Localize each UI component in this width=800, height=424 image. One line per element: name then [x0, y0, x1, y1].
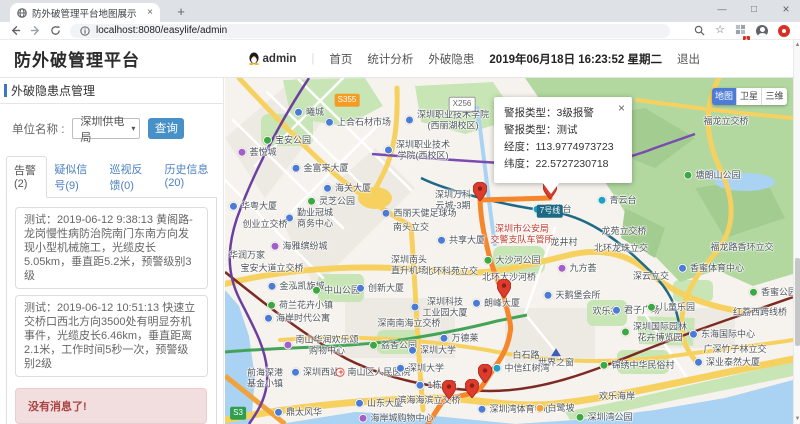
- maximize-button[interactable]: □: [748, 4, 760, 15]
- scroll-up-icon[interactable]: ▲: [794, 40, 800, 50]
- header-right: admin | 首页 统计分析 外破隐患 2019年06月18日 16:23:5…: [248, 51, 786, 67]
- sidebar: 外破隐患点管理 单位名称 : 深圳供电局 ▾ 查询 告警(2) 疑似信号(9) …: [0, 78, 224, 424]
- user-chip[interactable]: admin: [248, 52, 297, 65]
- popup-close-icon[interactable]: ×: [618, 101, 625, 115]
- url-text: localhost:8080/easylife/admin: [96, 25, 227, 36]
- alert-message[interactable]: 测试：2019-06-12 9:38:13 黄阁路-龙岗慢性病防治院南门东南方向…: [15, 207, 208, 289]
- unit-filter-form: 单位名称 : 深圳供电局 ▾ 查询: [0, 104, 223, 151]
- map-canvas[interactable]: 曦城上合石材市场宝安公园荟悦城金富来大厦海关大厦灵芝公园勤业冠城 商务中心华粤大…: [225, 78, 793, 424]
- nav-statistics[interactable]: 统计分析: [367, 51, 413, 67]
- map-marker[interactable]: [442, 380, 456, 399]
- map-marker[interactable]: [465, 379, 479, 398]
- logout-link[interactable]: 退出: [677, 51, 700, 67]
- map-marker[interactable]: [473, 182, 487, 201]
- browser-update-icon[interactable]: [778, 25, 790, 37]
- browser-tab[interactable]: 防外破管理平台地图展示 ×: [10, 3, 160, 22]
- map-type-standard[interactable]: 地图: [712, 88, 737, 105]
- no-more-messages: 没有消息了!: [15, 388, 207, 424]
- search-button[interactable]: 查询: [148, 118, 184, 139]
- popup-longitude: 经度：113.9774973723: [504, 139, 622, 156]
- info-icon[interactable]: [80, 26, 90, 36]
- scroll-down-icon[interactable]: ▼: [794, 414, 800, 424]
- section-title: 外破隐患点管理: [11, 78, 95, 104]
- sidebar-section-header: 外破隐患点管理: [0, 78, 223, 104]
- popup-alert-type: 警报类型：3级报警: [504, 105, 622, 122]
- reload-icon[interactable]: [50, 25, 61, 36]
- chevron-down-icon: ▾: [131, 124, 135, 133]
- tab-close-icon[interactable]: ×: [147, 7, 153, 18]
- popup-latitude: 纬度：22.5727230718: [504, 156, 622, 173]
- screen: 防外破管理平台地图展示 × + — □ × localhost:8080/eas…: [0, 0, 800, 424]
- alert-list: 测试：2019-06-12 9:38:13 黄阁路-龙岗慢性病防治院南门东南方向…: [6, 198, 217, 424]
- scrollbar-thumb[interactable]: [795, 258, 800, 346]
- map-type-satellite[interactable]: 卫星: [737, 88, 762, 105]
- alert-message[interactable]: 测试：2019-06-12 10:51:13 快速立交桥口西北方向3500处有明…: [15, 295, 208, 377]
- urlbar-actions: ☆ 1: [694, 22, 790, 40]
- tab-alerts[interactable]: 告警(2): [6, 156, 47, 198]
- tab-patrol-feedback[interactable]: 巡视反馈(0): [102, 156, 157, 197]
- map-type-3d[interactable]: 三维: [762, 88, 787, 105]
- unit-select-value: 深圳供电局: [80, 113, 131, 145]
- header-divider: |: [311, 53, 314, 65]
- popup-alert-subtype: 警报类型：测试: [504, 122, 622, 139]
- globe-icon: [17, 8, 27, 18]
- accent-bar: [4, 84, 7, 97]
- nav-home[interactable]: 首页: [329, 51, 352, 67]
- tab-title: 防外破管理平台地图展示: [32, 6, 142, 20]
- app-title: 防外破管理平台: [14, 46, 140, 71]
- username: admin: [263, 53, 297, 65]
- header-datetime: 2019年06月18日 16:23:52 星期二: [489, 51, 662, 67]
- map-type-controls: 地图 卫星 三维: [712, 88, 787, 105]
- browser-urlbar: localhost:8080/easylife/admin ☆ 1: [0, 22, 800, 40]
- alert-tabs: 告警(2) 疑似信号(9) 巡视反馈(0) 历史信息(20): [6, 156, 217, 198]
- unit-label: 单位名称 :: [12, 121, 64, 137]
- map-marker[interactable]: [478, 364, 492, 383]
- close-button[interactable]: ×: [780, 2, 792, 16]
- tab-suspect-signals[interactable]: 疑似信号(9): [47, 156, 102, 197]
- unit-select[interactable]: 深圳供电局 ▾: [72, 118, 140, 139]
- browser-tabbar: 防外破管理平台地图展示 × + — □ ×: [0, 0, 800, 22]
- extension-icon[interactable]: 1: [735, 22, 746, 40]
- alert-tab-panel: 告警(2) 疑似信号(9) 巡视反馈(0) 历史信息(20) 测试：2019-0…: [6, 156, 217, 424]
- map-marker[interactable]: [497, 279, 511, 298]
- app-header: 防外破管理平台 admin | 首页 统计分析 外破隐患 2019年06月18日…: [0, 40, 800, 78]
- zoom-search-icon[interactable]: [694, 25, 705, 36]
- forward-icon[interactable]: [30, 25, 41, 36]
- nav-hazards[interactable]: 外破隐患: [428, 51, 474, 67]
- profile-icon[interactable]: [756, 25, 768, 37]
- window-controls: — □ ×: [716, 2, 792, 16]
- address-bar[interactable]: localhost:8080/easylife/admin: [70, 24, 670, 38]
- page-scrollbar[interactable]: ▲ ▼: [793, 40, 800, 424]
- qq-avatar-icon: [248, 52, 260, 65]
- bookmark-star-icon[interactable]: ☆: [715, 25, 725, 36]
- tab-history[interactable]: 历史信息(20): [158, 156, 217, 197]
- alert-info-popup: × 警报类型：3级报警 警报类型：测试 经度：113.9774973723 纬度…: [494, 97, 632, 183]
- back-icon[interactable]: [10, 25, 21, 36]
- minimize-button[interactable]: —: [716, 4, 728, 14]
- new-tab-button[interactable]: +: [172, 4, 190, 20]
